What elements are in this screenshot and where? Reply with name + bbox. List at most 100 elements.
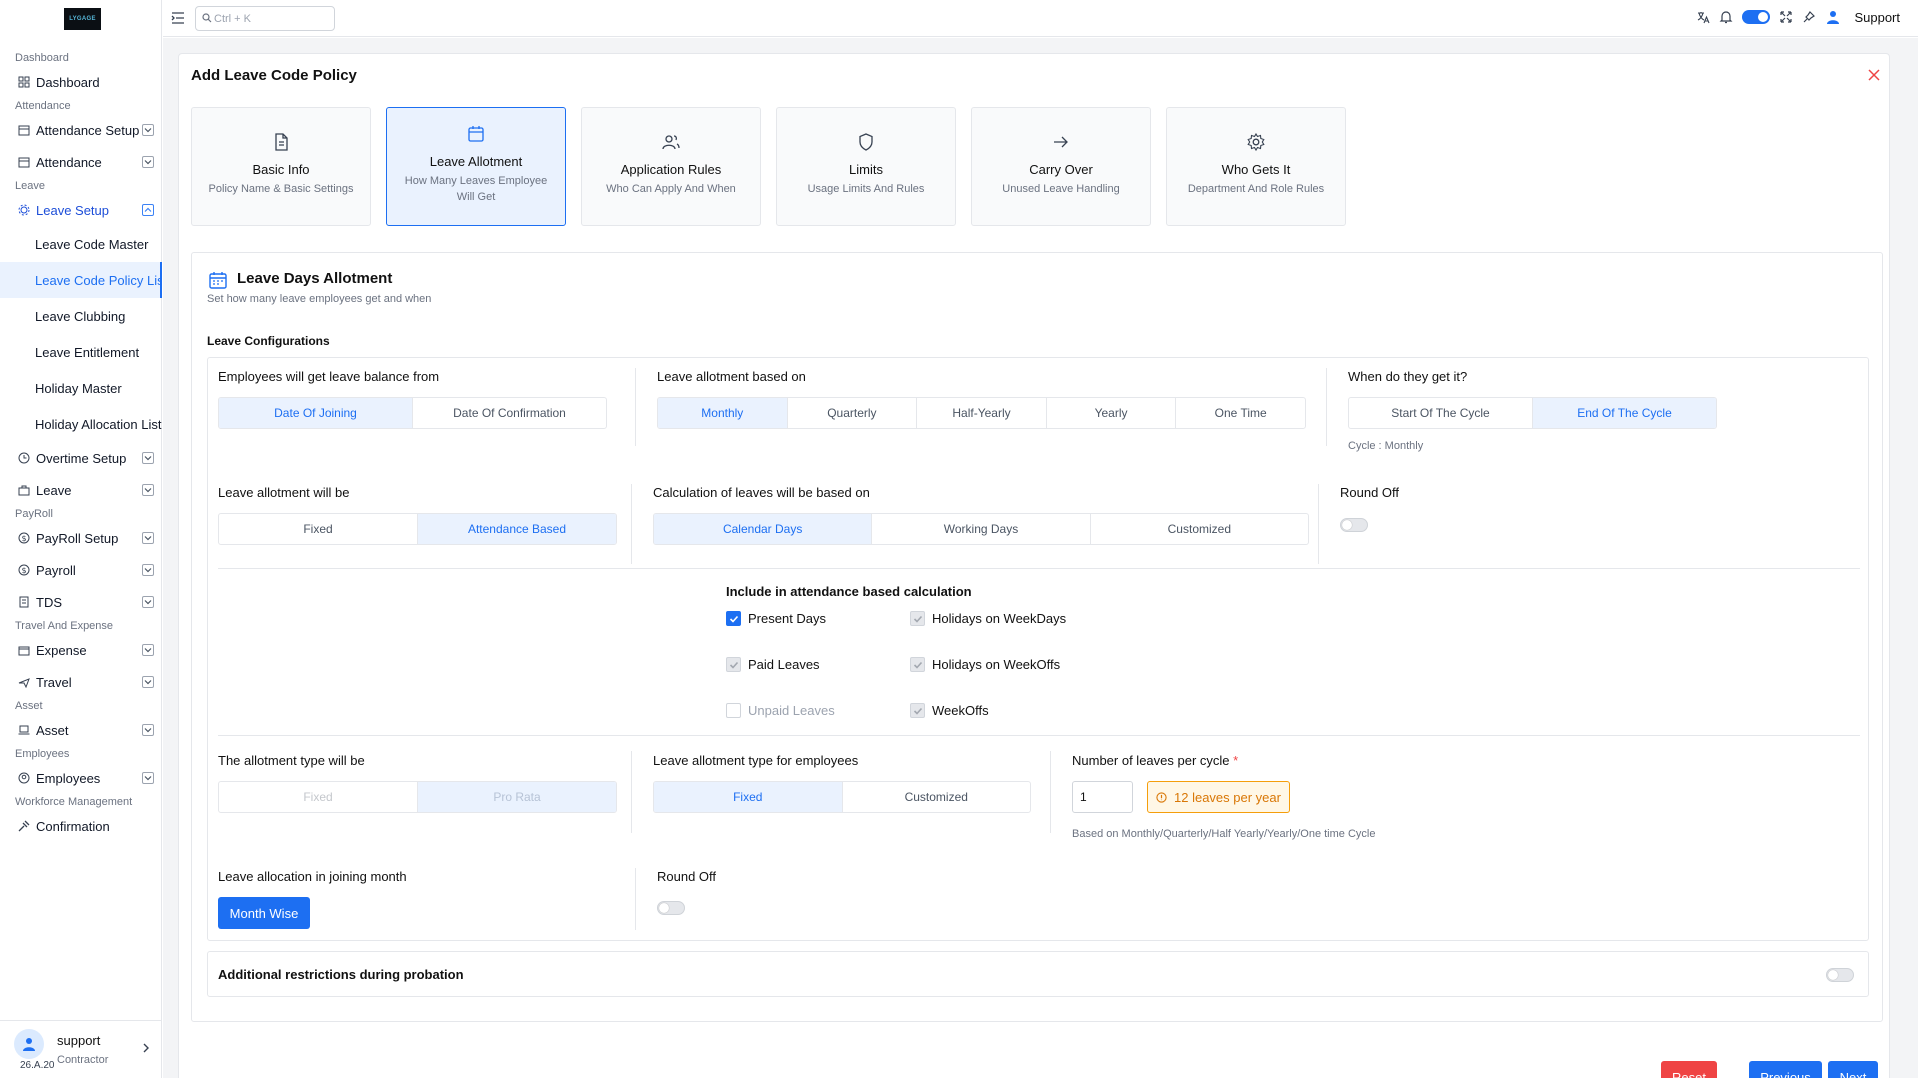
sidebar-item-asset[interactable]: Asset	[0, 714, 162, 746]
reset-button[interactable]: Reset	[1661, 1061, 1717, 1078]
sidebar-item-confirmation[interactable]: Confirmation	[0, 810, 162, 842]
option-attendance-based[interactable]: Attendance Based	[418, 514, 616, 544]
theme-toggle[interactable]	[1742, 10, 1771, 24]
checkbox-box[interactable]	[726, 703, 741, 718]
option-monthly[interactable]: Monthly	[658, 398, 788, 428]
divider	[1326, 368, 1327, 446]
probation-toggle[interactable]	[1826, 968, 1854, 982]
step-application-rules[interactable]: Application Rules Who Can Apply And When	[581, 107, 761, 226]
bell-icon[interactable]	[1719, 10, 1733, 24]
chevron-down-icon[interactable]	[142, 676, 154, 688]
chevron-up-icon[interactable]	[142, 204, 154, 216]
checkbox-box[interactable]	[910, 657, 925, 672]
check-icon	[729, 615, 738, 623]
chevron-down-icon[interactable]	[142, 124, 154, 136]
option-fixed[interactable]: Fixed	[654, 782, 843, 812]
chevron-down-icon[interactable]	[142, 484, 154, 496]
divider	[218, 735, 1860, 736]
checkbox-box[interactable]	[726, 611, 741, 626]
sidebar-subitem-leave-code-policy-list[interactable]: Leave Code Policy List	[0, 262, 162, 298]
option-date-of-confirmation[interactable]: Date Of Confirmation	[413, 398, 606, 428]
sidebar-item-payroll-setup[interactable]: $ PayRoll Setup	[0, 522, 162, 554]
sidebar-item-leave-setup[interactable]: Leave Setup	[0, 194, 162, 226]
option-working-days[interactable]: Working Days	[872, 514, 1091, 544]
option-customized[interactable]: Customized	[1091, 514, 1308, 544]
sidebar-item-employees[interactable]: Employees	[0, 762, 162, 794]
sidebar-subitem-leave-entitlement[interactable]: Leave Entitlement	[0, 334, 162, 370]
step-subtitle: Usage Limits And Rules	[807, 183, 925, 195]
chevron-down-icon[interactable]	[142, 644, 154, 656]
step-subtitle: Department And Role Rules	[1187, 183, 1325, 195]
checkbox-holidays-on-weekdays[interactable]: Holidays on WeekDays	[910, 611, 1066, 626]
document-icon	[275, 133, 288, 151]
option-half-yearly[interactable]: Half-Yearly	[917, 398, 1047, 428]
step-carry-over[interactable]: Carry Over Unused Leave Handling	[971, 107, 1151, 226]
round-off-toggle[interactable]	[1340, 518, 1368, 532]
month-wise-button[interactable]: Month Wise	[218, 897, 310, 929]
sidebar-item-leave[interactable]: Leave	[0, 474, 162, 506]
option-calendar-days[interactable]: Calendar Days	[654, 514, 873, 544]
chevron-down-icon[interactable]	[142, 452, 154, 464]
sidebar-item-dashboard[interactable]: Dashboard	[0, 66, 162, 98]
step-who-gets-it[interactable]: Who Gets It Department And Role Rules	[1166, 107, 1346, 226]
checkbox-unpaid-leaves[interactable]: Unpaid Leaves	[726, 703, 835, 718]
menu-toggle-icon[interactable]	[171, 11, 185, 25]
sidebar-subitem-leave-code-master[interactable]: Leave Code Master	[0, 226, 162, 262]
chevron-right-icon[interactable]	[142, 1043, 150, 1053]
checkbox-present-days[interactable]: Present Days	[726, 611, 826, 626]
step-leave-allotment[interactable]: Leave Allotment How Many Leaves Employee…	[386, 107, 566, 226]
checkbox-paid-leaves[interactable]: Paid Leaves	[726, 657, 820, 672]
option-start-of-cycle[interactable]: Start Of The Cycle	[1349, 398, 1533, 428]
sidebar-item-attendance[interactable]: Attendance	[0, 146, 162, 178]
round-off-toggle[interactable]	[657, 901, 685, 915]
next-button[interactable]: Next	[1828, 1061, 1878, 1078]
option-one-time[interactable]: One Time	[1176, 398, 1305, 428]
sidebar-subitem-holiday-allocation-list[interactable]: Holiday Allocation List	[0, 406, 162, 442]
chevron-down-icon[interactable]	[142, 772, 154, 784]
option-fixed[interactable]: Fixed	[219, 782, 418, 812]
option-quarterly[interactable]: Quarterly	[788, 398, 918, 428]
checkbox-box[interactable]	[910, 611, 925, 626]
search-input[interactable]: Ctrl + K	[195, 6, 335, 31]
previous-button[interactable]: Previous	[1749, 1061, 1822, 1078]
sidebar-user[interactable]: support Contractor 26.A.20	[0, 1020, 162, 1078]
checkbox-weekoffs[interactable]: WeekOffs	[910, 703, 989, 718]
fullscreen-icon[interactable]	[1779, 10, 1793, 24]
pin-icon[interactable]	[1802, 10, 1816, 24]
option-fixed[interactable]: Fixed	[219, 514, 418, 544]
sidebar-subitem-holiday-master[interactable]: Holiday Master	[0, 370, 162, 406]
option-customized[interactable]: Customized	[843, 782, 1031, 812]
option-date-of-joining[interactable]: Date Of Joining	[219, 398, 413, 428]
chevron-down-icon[interactable]	[142, 156, 154, 168]
sidebar-item-payroll[interactable]: $ Payroll	[0, 554, 162, 586]
checkbox-box[interactable]	[910, 703, 925, 718]
step-basic-info[interactable]: Basic Info Policy Name & Basic Settings	[191, 107, 371, 226]
calc-based-on-label: Calculation of leaves will be based on	[653, 485, 870, 500]
option-pro-rata[interactable]: Pro Rata	[418, 782, 616, 812]
sidebar-subitem-leave-clubbing[interactable]: Leave Clubbing	[0, 298, 162, 334]
user-menu-label[interactable]: Support	[1854, 10, 1900, 25]
chevron-down-icon[interactable]	[142, 564, 154, 576]
user-icon[interactable]	[1825, 9, 1841, 25]
step-limits[interactable]: Limits Usage Limits And Rules	[776, 107, 956, 226]
translate-icon[interactable]	[1696, 10, 1710, 24]
checkbox-holidays-on-weekoffs[interactable]: Holidays on WeekOffs	[910, 657, 1060, 672]
sidebar-item-label: Attendance	[36, 154, 102, 170]
money-gear-icon: $	[18, 532, 30, 544]
option-end-of-cycle[interactable]: End Of The Cycle	[1533, 398, 1716, 428]
section-subtitle: Set how many leave employees get and whe…	[207, 293, 432, 305]
checkbox-box[interactable]	[726, 657, 741, 672]
sidebar-item-overtime-setup[interactable]: Overtime Setup	[0, 442, 162, 474]
leaves-per-cycle-input[interactable]: 1	[1072, 781, 1133, 813]
option-yearly[interactable]: Yearly	[1047, 398, 1177, 428]
sidebar-item-expense[interactable]: Expense	[0, 634, 162, 666]
chevron-down-icon[interactable]	[142, 532, 154, 544]
chevron-down-icon[interactable]	[142, 724, 154, 736]
app-logo[interactable]: LYGAGE	[64, 8, 101, 30]
chevron-down-icon[interactable]	[142, 596, 154, 608]
allotment-will-be-segment: Fixed Attendance Based	[218, 513, 617, 545]
sidebar-item-tds[interactable]: TDS	[0, 586, 162, 618]
close-icon[interactable]	[1867, 68, 1881, 82]
sidebar-item-travel[interactable]: Travel	[0, 666, 162, 698]
sidebar-item-attendance-setup[interactable]: Attendance Setup	[0, 114, 162, 146]
